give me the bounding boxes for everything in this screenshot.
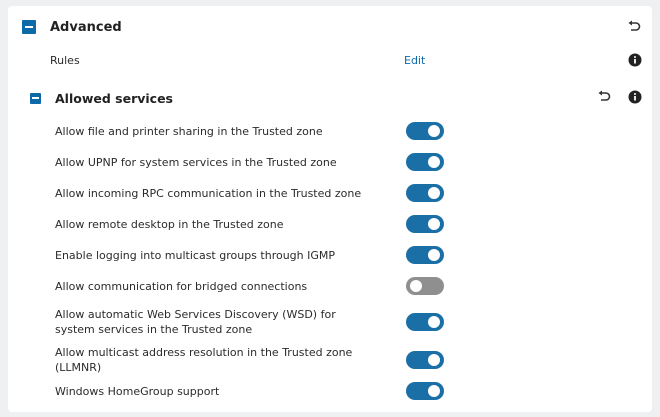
allowed-services-info-icon[interactable]: [627, 89, 643, 105]
toggle-knob: [428, 385, 440, 397]
advanced-section-header: Advanced: [22, 16, 642, 38]
toggle-knob: [428, 218, 440, 230]
rules-row: Rules Edit: [50, 50, 644, 70]
allowed-services-revert-icon[interactable]: [596, 89, 612, 105]
service-label: Allow automatic Web Services Discovery (…: [55, 308, 336, 336]
allowed-services-title: Allowed services: [55, 90, 173, 106]
toggle-knob: [410, 280, 422, 292]
service-row-igmp: Enable logging into multicast groups thr…: [55, 246, 455, 264]
service-row-file-printer-sharing: Allow file and printer sharing in the Tr…: [55, 122, 455, 140]
service-row-rpc: Allow incoming RPC communication in the …: [55, 184, 455, 202]
allowed-services-header: Allowed services: [30, 88, 642, 108]
toggle-knob: [428, 316, 440, 328]
service-toggle[interactable]: [406, 122, 444, 140]
service-toggle[interactable]: [406, 382, 444, 400]
service-label: Allow file and printer sharing in the Tr…: [55, 124, 323, 138]
service-label: Allow communication for bridged connecti…: [55, 279, 308, 293]
toggle-knob: [428, 156, 440, 168]
service-row-homegroup: Windows HomeGroup support: [55, 382, 455, 400]
service-label: Windows HomeGroup support: [55, 384, 220, 398]
toggle-knob: [428, 249, 440, 261]
service-label: Allow multicast address resolution in th…: [55, 346, 353, 374]
rules-edit-link[interactable]: Edit: [404, 54, 425, 67]
toggle-knob: [428, 125, 440, 137]
toggle-knob: [428, 187, 440, 199]
advanced-revert-icon[interactable]: [626, 19, 642, 35]
service-row-upnp: Allow UPNP for system services in the Tr…: [55, 153, 455, 171]
allowed-services-collapse-icon[interactable]: [30, 92, 41, 104]
service-row-bridged: Allow communication for bridged connecti…: [55, 277, 455, 295]
service-toggle[interactable]: [406, 215, 444, 233]
service-label: Allow incoming RPC communication in the …: [55, 186, 362, 200]
service-toggle[interactable]: [406, 351, 444, 369]
service-label: Enable logging into multicast groups thr…: [55, 248, 336, 262]
service-toggle[interactable]: [406, 184, 444, 202]
service-toggle[interactable]: [406, 277, 444, 295]
settings-panel: Advanced Rules Edit Allowed services All…: [8, 6, 652, 412]
service-toggle[interactable]: [406, 246, 444, 264]
service-row-remote-desktop: Allow remote desktop in the Trusted zone: [55, 215, 455, 233]
service-label: Allow remote desktop in the Trusted zone: [55, 217, 284, 231]
service-toggle[interactable]: [406, 313, 444, 331]
advanced-collapse-icon[interactable]: [22, 20, 36, 34]
rules-label: Rules: [50, 53, 80, 67]
toggle-knob: [428, 354, 440, 366]
advanced-title: Advanced: [50, 19, 122, 35]
service-toggle[interactable]: [406, 153, 444, 171]
service-label: Allow UPNP for system services in the Tr…: [55, 155, 337, 169]
service-row-llmnr: Allow multicast address resolution in th…: [55, 346, 455, 374]
service-row-wsd: Allow automatic Web Services Discovery (…: [55, 306, 455, 338]
rules-info-icon[interactable]: [627, 52, 643, 68]
